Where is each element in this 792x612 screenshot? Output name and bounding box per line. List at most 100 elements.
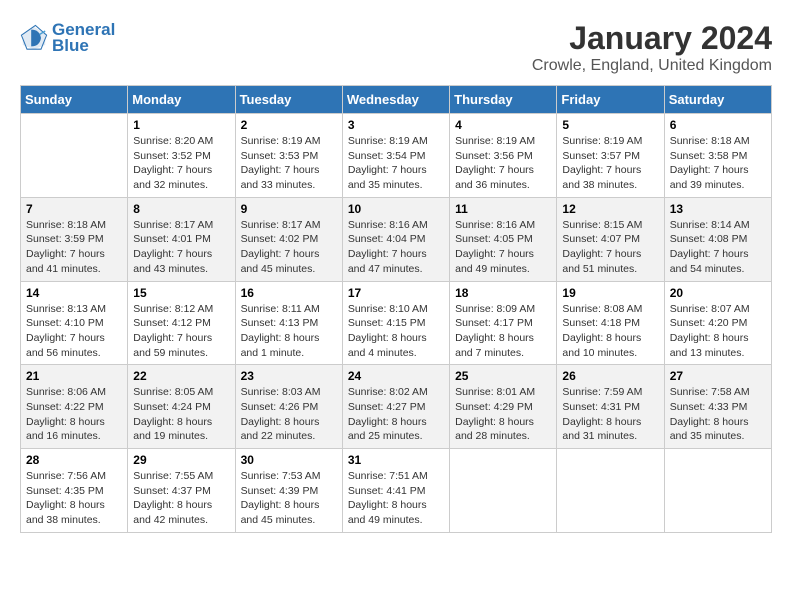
day-number: 6 bbox=[670, 118, 766, 132]
day-number: 9 bbox=[241, 202, 337, 216]
calendar-week-5: 28 Sunrise: 7:56 AMSunset: 4:35 PMDayligh… bbox=[21, 449, 772, 533]
day-info: Sunrise: 8:06 AMSunset: 4:22 PMDaylight:… bbox=[26, 385, 122, 444]
day-info: Sunrise: 8:08 AMSunset: 4:18 PMDaylight:… bbox=[562, 302, 658, 361]
logo-text: General Blue bbox=[52, 20, 115, 56]
day-info: Sunrise: 8:10 AMSunset: 4:15 PMDaylight:… bbox=[348, 302, 444, 361]
day-info: Sunrise: 7:59 AMSunset: 4:31 PMDaylight:… bbox=[562, 385, 658, 444]
calendar-cell: 24 Sunrise: 8:02 AMSunset: 4:27 PMDayligh… bbox=[342, 365, 449, 449]
day-number: 23 bbox=[241, 369, 337, 383]
calendar-week-4: 21 Sunrise: 8:06 AMSunset: 4:22 PMDayligh… bbox=[21, 365, 772, 449]
logo-icon bbox=[20, 24, 48, 52]
day-info: Sunrise: 8:18 AMSunset: 3:58 PMDaylight:… bbox=[670, 134, 766, 193]
calendar-cell bbox=[664, 449, 771, 533]
day-info: Sunrise: 8:17 AMSunset: 4:01 PMDaylight:… bbox=[133, 218, 229, 277]
day-info: Sunrise: 8:19 AMSunset: 3:56 PMDaylight:… bbox=[455, 134, 551, 193]
calendar-cell: 1Sunrise: 8:20 AMSunset: 3:52 PMDaylight… bbox=[128, 114, 235, 198]
day-info: Sunrise: 7:58 AMSunset: 4:33 PMDaylight:… bbox=[670, 385, 766, 444]
weekday-header-row: SundayMondayTuesdayWednesdayThursdayFrid… bbox=[21, 86, 772, 114]
calendar-cell: 17 Sunrise: 8:10 AMSunset: 4:15 PMDayligh… bbox=[342, 281, 449, 365]
calendar-week-2: 7 Sunrise: 8:18 AMSunset: 3:59 PMDaylight… bbox=[21, 197, 772, 281]
weekday-header-saturday: Saturday bbox=[664, 86, 771, 114]
day-number: 29 bbox=[133, 453, 229, 467]
calendar-cell: 28 Sunrise: 7:56 AMSunset: 4:35 PMDayligh… bbox=[21, 449, 128, 533]
calendar-cell: 13 Sunrise: 8:14 AMSunset: 4:08 PMDayligh… bbox=[664, 197, 771, 281]
day-number: 19 bbox=[562, 286, 658, 300]
calendar-cell: 11Sunrise: 8:16 AMSunset: 4:05 PMDayligh… bbox=[450, 197, 557, 281]
day-number: 30 bbox=[241, 453, 337, 467]
day-number: 28 bbox=[26, 453, 122, 467]
calendar-cell: 31 Sunrise: 7:51 AMSunset: 4:41 PMDayligh… bbox=[342, 449, 449, 533]
weekday-header-wednesday: Wednesday bbox=[342, 86, 449, 114]
calendar-cell: 8 Sunrise: 8:17 AMSunset: 4:01 PMDaylight… bbox=[128, 197, 235, 281]
calendar-cell: 20 Sunrise: 8:07 AMSunset: 4:20 PMDayligh… bbox=[664, 281, 771, 365]
main-title: January 2024 bbox=[532, 20, 772, 57]
calendar-cell: 12Sunrise: 8:15 AMSunset: 4:07 PMDayligh… bbox=[557, 197, 664, 281]
page-header: General Blue January 2024 Crowle, Englan… bbox=[20, 20, 772, 75]
day-number: 13 bbox=[670, 202, 766, 216]
calendar-cell: 26 Sunrise: 7:59 AMSunset: 4:31 PMDayligh… bbox=[557, 365, 664, 449]
calendar-cell: 7 Sunrise: 8:18 AMSunset: 3:59 PMDaylight… bbox=[21, 197, 128, 281]
calendar-cell: 18 Sunrise: 8:09 AMSunset: 4:17 PMDayligh… bbox=[450, 281, 557, 365]
day-number: 24 bbox=[348, 369, 444, 383]
day-info: Sunrise: 8:11 AMSunset: 4:13 PMDaylight:… bbox=[241, 302, 337, 361]
subtitle: Crowle, England, United Kingdom bbox=[532, 57, 772, 75]
calendar-cell: 30 Sunrise: 7:53 AMSunset: 4:39 PMDayligh… bbox=[235, 449, 342, 533]
day-info: Sunrise: 8:13 AMSunset: 4:10 PMDaylight:… bbox=[26, 302, 122, 361]
day-number: 22 bbox=[133, 369, 229, 383]
calendar-cell: 21 Sunrise: 8:06 AMSunset: 4:22 PMDayligh… bbox=[21, 365, 128, 449]
calendar-cell: 14 Sunrise: 8:13 AMSunset: 4:10 PMDayligh… bbox=[21, 281, 128, 365]
calendar-cell: 2Sunrise: 8:19 AMSunset: 3:53 PMDaylight… bbox=[235, 114, 342, 198]
day-number: 26 bbox=[562, 369, 658, 383]
weekday-header-monday: Monday bbox=[128, 86, 235, 114]
day-number: 1 bbox=[133, 118, 229, 132]
day-info: Sunrise: 8:07 AMSunset: 4:20 PMDaylight:… bbox=[670, 302, 766, 361]
day-info: Sunrise: 8:19 AMSunset: 3:57 PMDaylight:… bbox=[562, 134, 658, 193]
calendar-cell: 27 Sunrise: 7:58 AMSunset: 4:33 PMDayligh… bbox=[664, 365, 771, 449]
calendar-cell bbox=[450, 449, 557, 533]
calendar-table: SundayMondayTuesdayWednesdayThursdayFrid… bbox=[20, 85, 772, 533]
day-number: 15 bbox=[133, 286, 229, 300]
day-number: 3 bbox=[348, 118, 444, 132]
day-info: Sunrise: 8:09 AMSunset: 4:17 PMDaylight:… bbox=[455, 302, 551, 361]
day-number: 14 bbox=[26, 286, 122, 300]
calendar-cell: 6 Sunrise: 8:18 AMSunset: 3:58 PMDaylight… bbox=[664, 114, 771, 198]
day-number: 27 bbox=[670, 369, 766, 383]
day-info: Sunrise: 8:19 AMSunset: 3:54 PMDaylight:… bbox=[348, 134, 444, 193]
calendar-cell: 29Sunrise: 7:55 AMSunset: 4:37 PMDayligh… bbox=[128, 449, 235, 533]
day-info: Sunrise: 8:18 AMSunset: 3:59 PMDaylight:… bbox=[26, 218, 122, 277]
title-block: January 2024 Crowle, England, United Kin… bbox=[532, 20, 772, 75]
day-number: 12 bbox=[562, 202, 658, 216]
calendar-week-1: 1Sunrise: 8:20 AMSunset: 3:52 PMDaylight… bbox=[21, 114, 772, 198]
calendar-cell bbox=[21, 114, 128, 198]
day-number: 5 bbox=[562, 118, 658, 132]
day-info: Sunrise: 7:53 AMSunset: 4:39 PMDaylight:… bbox=[241, 469, 337, 528]
day-number: 20 bbox=[670, 286, 766, 300]
day-number: 31 bbox=[348, 453, 444, 467]
day-number: 8 bbox=[133, 202, 229, 216]
day-info: Sunrise: 8:02 AMSunset: 4:27 PMDaylight:… bbox=[348, 385, 444, 444]
day-info: Sunrise: 8:17 AMSunset: 4:02 PMDaylight:… bbox=[241, 218, 337, 277]
day-number: 17 bbox=[348, 286, 444, 300]
day-number: 21 bbox=[26, 369, 122, 383]
day-number: 11 bbox=[455, 202, 551, 216]
day-info: Sunrise: 7:51 AMSunset: 4:41 PMDaylight:… bbox=[348, 469, 444, 528]
calendar-cell: 25Sunrise: 8:01 AMSunset: 4:29 PMDayligh… bbox=[450, 365, 557, 449]
calendar-cell: 5 Sunrise: 8:19 AMSunset: 3:57 PMDaylight… bbox=[557, 114, 664, 198]
calendar-week-3: 14 Sunrise: 8:13 AMSunset: 4:10 PMDayligh… bbox=[21, 281, 772, 365]
day-number: 16 bbox=[241, 286, 337, 300]
day-info: Sunrise: 8:14 AMSunset: 4:08 PMDaylight:… bbox=[670, 218, 766, 277]
day-info: Sunrise: 7:56 AMSunset: 4:35 PMDaylight:… bbox=[26, 469, 122, 528]
calendar-cell: 15Sunrise: 8:12 AMSunset: 4:12 PMDayligh… bbox=[128, 281, 235, 365]
day-number: 25 bbox=[455, 369, 551, 383]
weekday-header-tuesday: Tuesday bbox=[235, 86, 342, 114]
day-number: 7 bbox=[26, 202, 122, 216]
day-info: Sunrise: 8:03 AMSunset: 4:26 PMDaylight:… bbox=[241, 385, 337, 444]
day-info: Sunrise: 8:05 AMSunset: 4:24 PMDaylight:… bbox=[133, 385, 229, 444]
weekday-header-sunday: Sunday bbox=[21, 86, 128, 114]
calendar-cell: 22 Sunrise: 8:05 AMSunset: 4:24 PMDayligh… bbox=[128, 365, 235, 449]
calendar-cell: 16 Sunrise: 8:11 AMSunset: 4:13 PMDayligh… bbox=[235, 281, 342, 365]
day-number: 18 bbox=[455, 286, 551, 300]
calendar-cell: 4Sunrise: 8:19 AMSunset: 3:56 PMDaylight… bbox=[450, 114, 557, 198]
logo: General Blue bbox=[20, 20, 115, 56]
calendar-cell: 10Sunrise: 8:16 AMSunset: 4:04 PMDayligh… bbox=[342, 197, 449, 281]
